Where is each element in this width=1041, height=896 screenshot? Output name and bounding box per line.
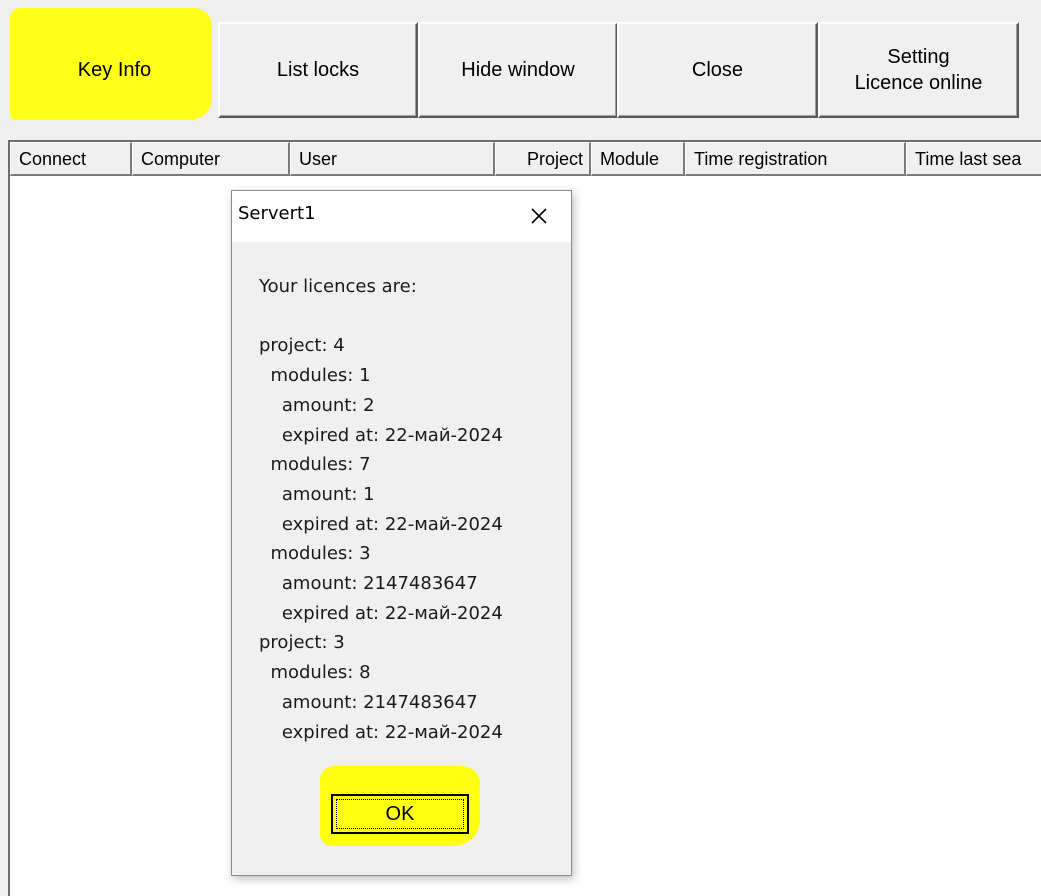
licence-info-dialog: Servert1 Your licences are: project: 4 m… [231,190,572,876]
licence-line: amount: 1 [259,483,375,505]
licence-line: modules: 8 [259,662,371,684]
column-header-connect[interactable]: Connect [10,142,132,176]
toolbar: Key Info List locks Hide window Close Se… [0,0,1041,135]
licence-line: modules: 1 [259,365,371,387]
dialog-title: Servert1 [238,203,316,224]
list-header: Connect Computer User Project Module Tim… [10,142,1041,176]
licence-line: amount: 2147483647 [259,573,478,595]
licence-line: modules: 3 [259,543,371,565]
licence-line: project: 3 [259,632,345,654]
column-header-computer[interactable]: Computer [132,142,290,176]
licence-line: expired at: 22-май-2024 [259,424,503,446]
dialog-title-bar[interactable]: Servert1 [232,191,571,242]
setting-licence-online-button[interactable]: Setting Licence online [818,22,1019,118]
close-button[interactable]: Close [617,22,818,118]
licence-message: Your licences are: project: 4 modules: 1… [259,272,559,747]
key-info-button[interactable]: Key Info [9,22,220,118]
column-header-time-registration[interactable]: Time registration [685,142,906,176]
column-header-project[interactable]: Project [495,142,591,176]
close-icon[interactable] [524,201,554,231]
licence-line: modules: 7 [259,454,371,476]
hide-window-button[interactable]: Hide window [418,22,618,118]
column-header-time-last-seen[interactable]: Time last sea [906,142,1041,176]
column-header-user[interactable]: User [290,142,495,176]
list-locks-button[interactable]: List locks [218,22,418,118]
licence-line: expired at: 22-май-2024 [259,513,503,535]
licence-line: amount: 2147483647 [259,691,478,713]
ok-button[interactable]: OK [331,794,469,834]
licence-line [259,302,559,332]
licence-line: amount: 2 [259,394,375,416]
licence-line: expired at: 22-май-2024 [259,721,503,743]
licence-line: Your licences are: [259,276,417,297]
licence-line: project: 4 [259,335,345,357]
column-header-module[interactable]: Module [591,142,685,176]
licence-line: expired at: 22-май-2024 [259,602,503,624]
